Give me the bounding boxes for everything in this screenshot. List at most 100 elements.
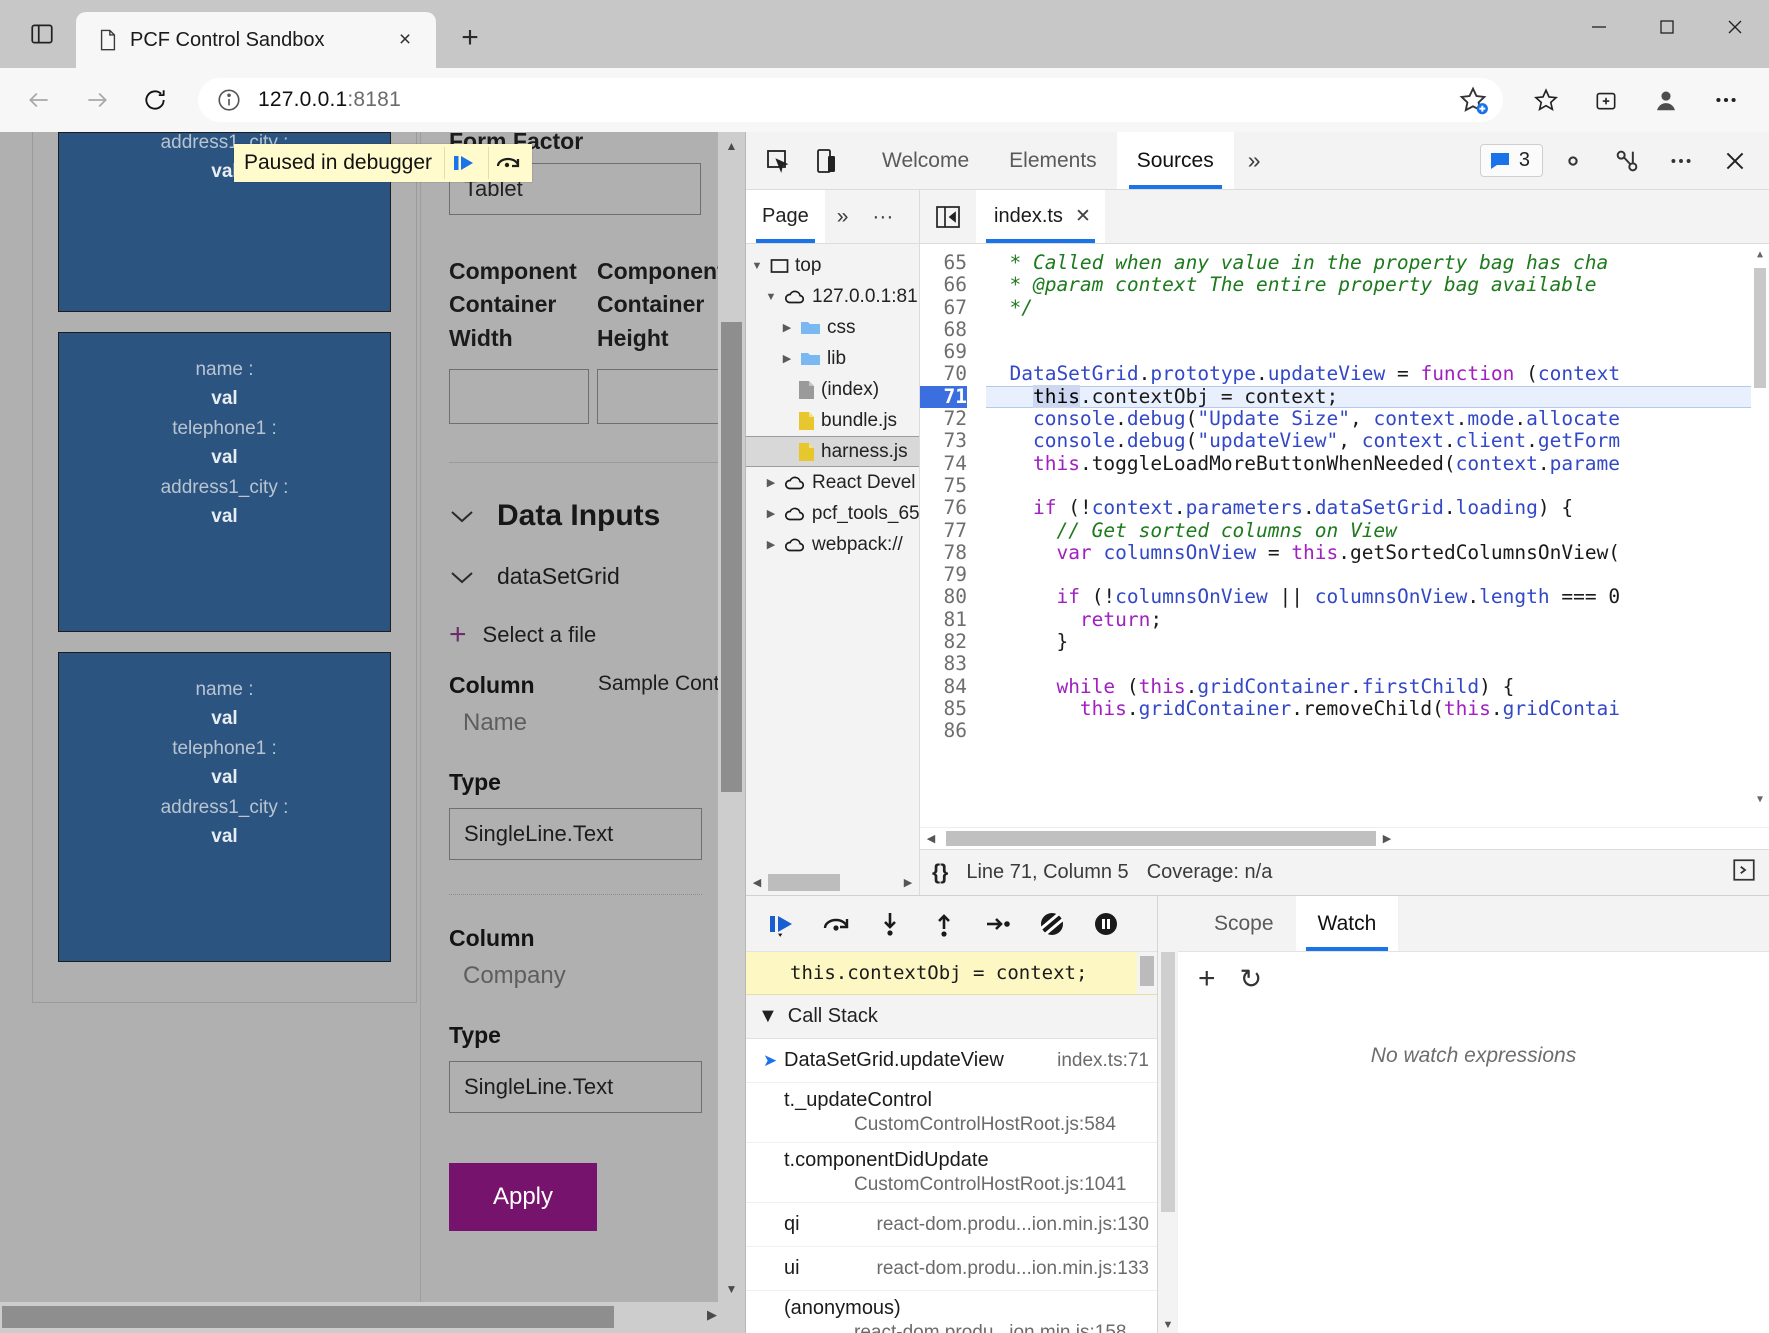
call-stack-row[interactable]: uireact-dom.produ...ion.min.js:133: [746, 1247, 1157, 1291]
scroll-left-icon[interactable]: ◀: [746, 876, 768, 889]
container-height-input[interactable]: [597, 369, 737, 424]
line-number[interactable]: 79: [920, 564, 967, 586]
dataset-card[interactable]: name : val telephone1 : val address1_cit…: [58, 332, 391, 632]
scroll-up-icon[interactable]: ▲: [718, 132, 745, 159]
twisty-icon[interactable]: ▼: [750, 260, 764, 272]
scrollbar-thumb[interactable]: [946, 831, 1376, 846]
line-number[interactable]: 72: [920, 408, 967, 430]
refresh-watch-icon[interactable]: ↻: [1240, 964, 1263, 995]
twisty-icon[interactable]: ▶: [764, 476, 778, 489]
close-devtools-icon[interactable]: [1711, 137, 1759, 185]
tab-scope[interactable]: Scope: [1192, 896, 1296, 951]
pretty-print-icon[interactable]: {}: [932, 861, 948, 885]
line-number[interactable]: 82: [920, 631, 967, 653]
scroll-left-icon[interactable]: ◀: [920, 832, 942, 845]
issues-badge[interactable]: 3: [1480, 144, 1543, 177]
data-inputs-section-header[interactable]: Data Inputs: [449, 499, 745, 533]
call-stack-scrollbar[interactable]: ▼: [1158, 896, 1178, 1333]
navigator-options-icon[interactable]: ···: [860, 190, 905, 243]
select-file-button[interactable]: + Select a file: [449, 620, 745, 650]
code-editor-viewport[interactable]: 6566676869707172737475767778798081828384…: [920, 244, 1769, 827]
twisty-icon[interactable]: ▼: [764, 291, 778, 303]
column-name-input[interactable]: Company: [449, 962, 745, 990]
profile-avatar-icon[interactable]: [1637, 75, 1695, 125]
line-number[interactable]: 76: [920, 497, 967, 519]
tab-elements[interactable]: Elements: [989, 132, 1117, 189]
line-number[interactable]: 74: [920, 453, 967, 475]
twisty-icon[interactable]: ▶: [764, 507, 778, 520]
code-lines[interactable]: * Called when any value in the property …: [976, 244, 1769, 827]
call-stack-list[interactable]: ➤DataSetGrid.updateViewindex.ts:71t._upd…: [746, 1039, 1157, 1333]
devtools-more-options-icon[interactable]: [1657, 137, 1705, 185]
minimize-icon[interactable]: [1565, 0, 1633, 54]
browser-tab[interactable]: PCF Control Sandbox ×: [76, 12, 436, 68]
scroll-right-icon[interactable]: ▶: [707, 1307, 717, 1323]
line-number[interactable]: 73: [920, 430, 967, 452]
line-number[interactable]: 70: [920, 363, 967, 385]
line-number[interactable]: 84: [920, 676, 967, 698]
resume-script-button[interactable]: [760, 902, 804, 946]
device-toolbar-icon[interactable]: [802, 137, 850, 185]
scrollbar-thumb[interactable]: [1161, 952, 1175, 1212]
scroll-right-icon[interactable]: ▶: [1376, 832, 1398, 845]
tree-item-harness-js[interactable]: harness.js: [746, 436, 919, 467]
add-watch-expression-icon[interactable]: +: [1198, 962, 1216, 996]
scrollbar-thumb[interactable]: [1140, 956, 1154, 986]
collapse-triangle-icon[interactable]: ▼: [758, 1005, 778, 1028]
harness-horizontal-scrollbar[interactable]: ▶: [0, 1302, 745, 1333]
dataset-group-header[interactable]: dataSetGrid: [449, 563, 745, 590]
tree-item-pcf-tools[interactable]: ▶ pcf_tools_65: [746, 498, 919, 529]
line-number[interactable]: 65: [920, 252, 967, 274]
dataset-card[interactable]: name : val telephone1 : val address1_cit…: [58, 652, 391, 962]
step-button[interactable]: [976, 902, 1020, 946]
deactivate-breakpoints-button[interactable]: [1030, 902, 1074, 946]
call-stack-row[interactable]: qireact-dom.produ...ion.min.js:130: [746, 1203, 1157, 1247]
line-number[interactable]: 85: [920, 698, 967, 720]
settings-gear-icon[interactable]: [1549, 137, 1597, 185]
line-number[interactable]: 75: [920, 475, 967, 497]
customize-devtools-icon[interactable]: [1603, 137, 1651, 185]
editor-vertical-scrollbar[interactable]: ▲ ▼: [1751, 244, 1769, 807]
line-number[interactable]: 81: [920, 609, 967, 631]
call-stack-row[interactable]: t._updateControlCustomControlHostRoot.js…: [746, 1083, 1157, 1143]
browser-settings-icon[interactable]: [1697, 75, 1755, 125]
line-number[interactable]: 80: [920, 586, 967, 608]
tab-sources[interactable]: Sources: [1117, 132, 1234, 189]
scrollbar-thumb-horizontal[interactable]: [2, 1306, 614, 1328]
tree-item-react-devtools[interactable]: ▶ React Devel: [746, 467, 919, 498]
editor-settings-icon[interactable]: [1731, 857, 1757, 889]
add-favorite-icon[interactable]: [1457, 84, 1489, 116]
type-select[interactable]: SingleLine.Text: [449, 808, 702, 860]
step-over-button[interactable]: [814, 902, 858, 946]
tab-watch[interactable]: Watch: [1296, 896, 1399, 951]
navigator-more-icon[interactable]: »: [825, 190, 861, 243]
navigator-horizontal-scrollbar[interactable]: ◀ ▶: [746, 869, 919, 895]
line-number[interactable]: 71: [920, 386, 967, 408]
step-out-button[interactable]: [922, 902, 966, 946]
line-number[interactable]: 69: [920, 341, 967, 363]
tree-item-top[interactable]: ▼ top: [746, 250, 919, 281]
tree-item-bundle-js[interactable]: bundle.js: [746, 405, 919, 436]
line-number[interactable]: 67: [920, 297, 967, 319]
line-number[interactable]: 77: [920, 520, 967, 542]
scroll-down-icon[interactable]: ▼: [1158, 1319, 1178, 1331]
editor-tab-index-ts[interactable]: index.ts ✕: [976, 190, 1105, 243]
tree-item-origin[interactable]: ▼ 127.0.0.1:81: [746, 281, 919, 312]
line-number[interactable]: 66: [920, 274, 967, 296]
new-tab-button[interactable]: +: [448, 16, 492, 60]
tab-sidebar-toggle-button[interactable]: [14, 6, 70, 62]
close-window-icon[interactable]: [1701, 0, 1769, 54]
type-select[interactable]: SingleLine.Text: [449, 1061, 702, 1113]
scrollbar-thumb[interactable]: [1754, 268, 1766, 388]
column-name-input[interactable]: Name: [449, 709, 745, 737]
tree-item-css-folder[interactable]: ▶ css: [746, 312, 919, 343]
line-number[interactable]: 78: [920, 542, 967, 564]
line-number[interactable]: 83: [920, 653, 967, 675]
close-tab-icon[interactable]: ×: [388, 23, 422, 57]
harness-vertical-scrollbar[interactable]: ▲ ▼: [718, 132, 745, 1302]
navigator-tab-page[interactable]: Page: [746, 190, 825, 243]
back-icon[interactable]: [14, 75, 64, 125]
step-into-button[interactable]: [868, 902, 912, 946]
tab-welcome[interactable]: Welcome: [862, 132, 989, 189]
collapse-navigator-icon[interactable]: [920, 190, 976, 243]
